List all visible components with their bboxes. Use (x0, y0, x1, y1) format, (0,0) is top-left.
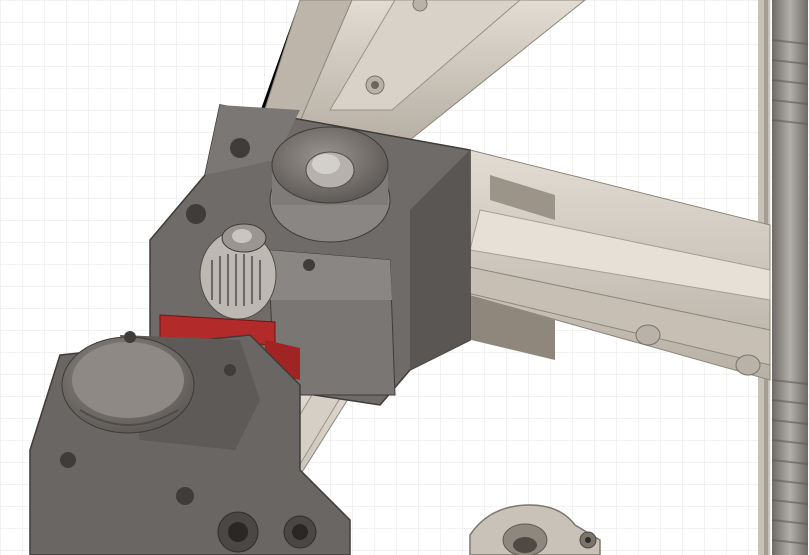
3d-viewport[interactable] (0, 0, 809, 555)
model-canvas[interactable] (0, 0, 809, 555)
idler-pulley (269, 126, 391, 243)
